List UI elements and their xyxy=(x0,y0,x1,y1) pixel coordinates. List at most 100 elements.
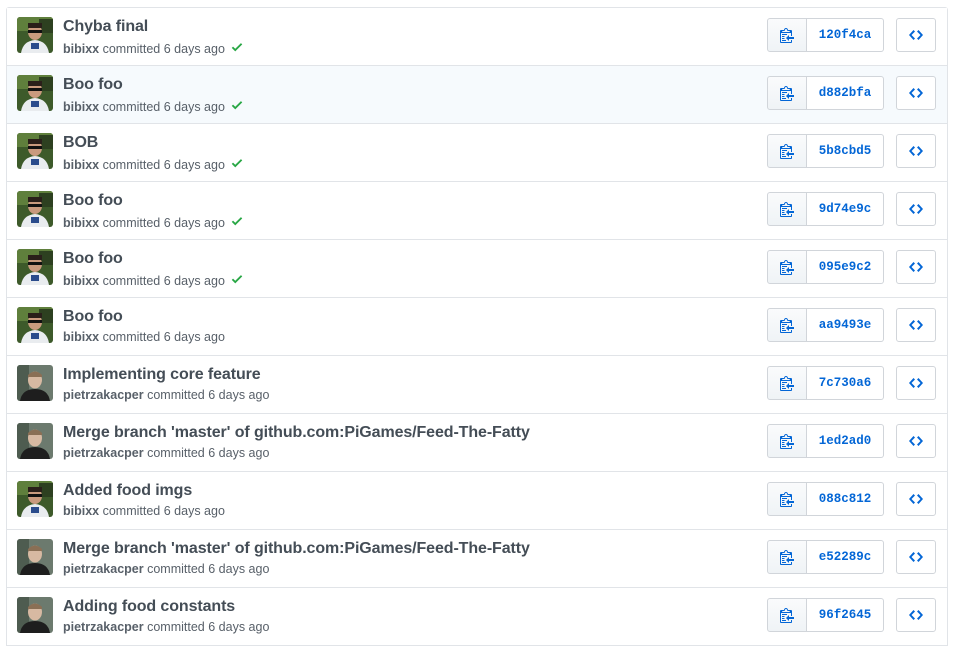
commit-sha-link[interactable]: 96f2645 xyxy=(807,598,884,632)
check-icon[interactable] xyxy=(231,272,245,284)
commit-author[interactable]: bibixx xyxy=(63,274,99,288)
commit-title[interactable]: Merge branch 'master' of github.com:PiGa… xyxy=(63,540,530,558)
copy-sha-button[interactable] xyxy=(767,540,807,574)
sha-button-group: d882bfa xyxy=(767,76,884,110)
commit-author[interactable]: pietrzakacper xyxy=(63,388,144,402)
commit-row: Boo foo bibixx committed 6 days ago aa94… xyxy=(7,298,947,356)
avatar[interactable] xyxy=(17,75,53,111)
commit-title[interactable]: Implementing core feature xyxy=(63,366,261,384)
check-icon[interactable] xyxy=(231,214,245,226)
code-icon xyxy=(909,375,923,391)
check-icon[interactable] xyxy=(231,98,245,110)
commit-row: Boo foo bibixx committed 6 days ago d882… xyxy=(7,66,947,124)
commit-sha-link[interactable]: 7c730a6 xyxy=(807,366,884,400)
commit-meta: bibixx committed 6 days ago xyxy=(63,98,245,114)
copy-sha-button[interactable] xyxy=(767,366,807,400)
commit-sha-link[interactable]: 095e9c2 xyxy=(807,250,884,284)
copy-sha-button[interactable] xyxy=(767,250,807,284)
browse-files-button[interactable] xyxy=(896,134,936,168)
commit-sha-link[interactable]: e52289c xyxy=(807,540,884,574)
commit-title[interactable]: Added food imgs xyxy=(63,482,192,500)
avatar[interactable] xyxy=(17,191,53,227)
commit-author[interactable]: bibixx xyxy=(63,100,99,114)
commit-author[interactable]: bibixx xyxy=(63,158,99,172)
committed-label: committed xyxy=(102,216,161,230)
code-icon xyxy=(909,27,923,43)
commit-sha-link[interactable]: 088c812 xyxy=(807,482,884,516)
commit-meta: bibixx committed 6 days ago xyxy=(63,330,225,344)
commit-sha-link[interactable]: 1ed2ad0 xyxy=(807,424,884,458)
commit-title[interactable]: Boo foo xyxy=(63,76,123,94)
committed-label: committed xyxy=(102,504,161,518)
copy-sha-button[interactable] xyxy=(767,598,807,632)
sha-button-group: 088c812 xyxy=(767,482,884,516)
avatar[interactable] xyxy=(17,365,53,401)
commit-title[interactable]: Merge branch 'master' of github.com:PiGa… xyxy=(63,424,530,442)
clipboard-icon xyxy=(780,85,794,101)
copy-sha-button[interactable] xyxy=(767,424,807,458)
commit-time: 6 days ago xyxy=(163,330,225,344)
commit-row: BOB bibixx committed 6 days ago 5b8cbd5 xyxy=(7,124,947,182)
browse-files-button[interactable] xyxy=(896,482,936,516)
avatar[interactable] xyxy=(17,481,53,517)
commit-author[interactable]: bibixx xyxy=(63,504,99,518)
commit-meta: bibixx committed 6 days ago xyxy=(63,156,245,172)
commit-author[interactable]: bibixx xyxy=(63,330,99,344)
commit-sha-link[interactable]: d882bfa xyxy=(807,76,884,110)
commit-title[interactable]: Boo foo xyxy=(63,250,123,268)
browse-files-button[interactable] xyxy=(896,308,936,342)
copy-sha-button[interactable] xyxy=(767,192,807,226)
browse-files-button[interactable] xyxy=(896,424,936,458)
commit-sha-link[interactable]: 9d74e9c xyxy=(807,192,884,226)
committed-label: committed xyxy=(147,388,205,402)
commit-row: Merge branch 'master' of github.com:PiGa… xyxy=(7,414,947,472)
check-icon[interactable] xyxy=(231,40,245,52)
browse-files-button[interactable] xyxy=(896,18,936,52)
code-icon xyxy=(909,549,923,565)
copy-sha-button[interactable] xyxy=(767,308,807,342)
commit-title[interactable]: Boo foo xyxy=(63,308,123,326)
browse-files-button[interactable] xyxy=(896,598,936,632)
commit-author[interactable]: pietrzakacper xyxy=(63,620,144,634)
commit-author[interactable]: bibixx xyxy=(63,42,99,56)
browse-files-button[interactable] xyxy=(896,76,936,110)
copy-sha-button[interactable] xyxy=(767,18,807,52)
committed-label: committed xyxy=(102,274,161,288)
copy-sha-button[interactable] xyxy=(767,76,807,110)
commit-title[interactable]: Chyba final xyxy=(63,18,148,36)
copy-sha-button[interactable] xyxy=(767,134,807,168)
clipboard-icon xyxy=(780,607,794,623)
commit-author[interactable]: pietrzakacper xyxy=(63,562,144,576)
commit-row: Merge branch 'master' of github.com:PiGa… xyxy=(7,530,947,588)
commit-title[interactable]: BOB xyxy=(63,134,98,152)
commit-title[interactable]: Adding food constants xyxy=(63,598,235,616)
commit-sha-link[interactable]: aa9493e xyxy=(807,308,884,342)
check-icon[interactable] xyxy=(231,156,245,168)
commit-author[interactable]: bibixx xyxy=(63,216,99,230)
sha-button-group: 9d74e9c xyxy=(767,192,884,226)
commit-time: 6 days ago xyxy=(163,274,225,288)
avatar[interactable] xyxy=(17,597,53,633)
browse-files-button[interactable] xyxy=(896,192,936,226)
avatar[interactable] xyxy=(17,307,53,343)
commit-sha-link[interactable]: 5b8cbd5 xyxy=(807,134,884,168)
commit-sha-link[interactable]: 120f4ca xyxy=(807,18,884,52)
sha-button-group: 5b8cbd5 xyxy=(767,134,884,168)
browse-files-button[interactable] xyxy=(896,366,936,400)
browse-files-button[interactable] xyxy=(896,540,936,574)
avatar[interactable] xyxy=(17,133,53,169)
committed-label: committed xyxy=(102,42,161,56)
avatar[interactable] xyxy=(17,423,53,459)
browse-files-button[interactable] xyxy=(896,250,936,284)
avatar[interactable] xyxy=(17,17,53,53)
commit-row: Added food imgs bibixx committed 6 days … xyxy=(7,472,947,530)
clipboard-icon xyxy=(780,375,794,391)
commit-author[interactable]: pietrzakacper xyxy=(63,446,144,460)
committed-label: committed xyxy=(102,100,161,114)
commit-title[interactable]: Boo foo xyxy=(63,192,123,210)
copy-sha-button[interactable] xyxy=(767,482,807,516)
clipboard-icon xyxy=(780,549,794,565)
avatar[interactable] xyxy=(17,249,53,285)
avatar[interactable] xyxy=(17,539,53,575)
code-icon xyxy=(909,259,923,275)
